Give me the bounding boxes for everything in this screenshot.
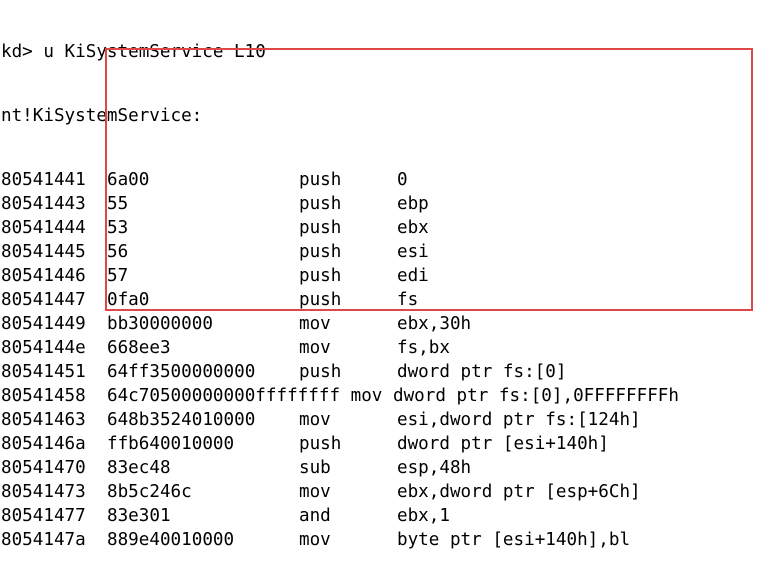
symbol-label: nt!KiSystemService: (1, 106, 203, 126)
opcode-bytes: 668ee3 (107, 338, 171, 358)
disassembly-row: 80541445 56 push esi (1, 240, 429, 264)
operands: esi,dword ptr fs:[124h] (397, 410, 641, 430)
operands: esi (397, 242, 429, 262)
address: 80541451 (1, 362, 86, 382)
address: 80541449 (1, 314, 86, 334)
disassembly-row: 80541477 83e301 and ebx,1 (1, 504, 450, 528)
disassembly-row: 80541470 83ec48 sub esp,48h (1, 456, 471, 480)
symbol-line: nt!KiSystemService: (1, 104, 202, 128)
opcode-bytes: 889e40010000 (107, 530, 235, 550)
address: 80541463 (1, 410, 86, 430)
mnemonic: and (299, 506, 331, 526)
operands: dword ptr [esi+140h] (397, 434, 609, 454)
mnemonic: mov (299, 482, 331, 502)
address: 80541447 (1, 290, 86, 310)
opcode-bytes: bb30000000 (107, 314, 213, 334)
address: 80541444 (1, 218, 86, 238)
mnemonic: mov (299, 338, 331, 358)
address: 8054144e (1, 338, 86, 358)
mnemonic: push (299, 218, 342, 238)
disassembly-row: 80541446 57 push edi (1, 264, 429, 288)
address: 80541445 (1, 242, 86, 262)
operands: ebx,1 (397, 506, 450, 526)
mnemonic: mov (299, 530, 331, 550)
address: 80541443 (1, 194, 86, 214)
disassembly-row: 80541458 64c70500000000ffffffff mov dword… (1, 384, 679, 408)
address: 80541446 (1, 266, 86, 286)
operands: byte ptr [esi+140h],bl (397, 530, 631, 550)
debugger-console: kd> u KiSystemService L10 nt!KiSystemSer… (1, 0, 679, 572)
disassembly-row: 80541449 bb30000000 mov ebx,30h (1, 312, 471, 336)
opcode-bytes: 6a00 (107, 170, 150, 190)
disassembly-row: 8054146a ffb640010000 push dword ptr [esi+1… (1, 432, 609, 456)
operands: ebx,dword ptr [esp+6Ch] (397, 482, 641, 502)
opcode-bytes: 57 (107, 266, 129, 286)
address: 8054146a (1, 434, 86, 454)
operands: ebp (397, 194, 429, 214)
address: 80541441 (1, 170, 86, 190)
mnemonic: push (299, 434, 342, 454)
opcode-bytes: 55 (107, 194, 129, 214)
disassembly-row: 80541441 6a00 push 0 (1, 168, 408, 192)
disassembly-row: 8054144e 668ee3 mov fs,bx (1, 336, 450, 360)
address: 80541477 (1, 506, 86, 526)
mnemonic: mov (299, 410, 331, 430)
mnemonic: push (299, 194, 342, 214)
opcode-bytes: 648b3524010000 (107, 410, 256, 430)
disassembly-row: 80541447 0fa0 push fs (1, 288, 418, 312)
address: 8054147a (1, 530, 86, 550)
mnemonic: push (299, 170, 342, 190)
address: 80541473 (1, 482, 86, 502)
mnemonic: push (299, 290, 342, 310)
mnemonic: push (299, 242, 342, 262)
disassembly-list: 80541441 6a00 push 0 80541443 55 push ebp 805414… (1, 168, 679, 552)
mnemonic: sub (299, 458, 331, 478)
operands: dword ptr fs:[0] (397, 362, 567, 382)
operands: 0 (397, 170, 408, 190)
disassembly-row: 80541443 55 push ebp (1, 192, 429, 216)
command-line: kd> u KiSystemService L10 (1, 40, 266, 64)
disassembly-row: 80541473 8b5c246c mov ebx,dword ptr [esp+6C… (1, 480, 641, 504)
opcode-bytes: 64c70500000000ffffffff mov dword ptr fs:… (107, 386, 679, 406)
command-text: kd> u KiSystemService L10 (1, 42, 266, 62)
opcode-bytes: 56 (107, 242, 129, 262)
disassembly-row: 80541444 53 push ebx (1, 216, 429, 240)
opcode-bytes: ffb640010000 (107, 434, 235, 454)
operands: ebx,30h (397, 314, 472, 334)
address: 80541458 (1, 386, 86, 406)
disassembly-row: 80541451 64ff3500000000 push dword ptr fs:[… (1, 360, 566, 384)
mnemonic: push (299, 362, 342, 382)
highlight-box (105, 48, 753, 311)
opcode-bytes: 8b5c246c (107, 482, 192, 502)
opcode-bytes: 64ff3500000000 (107, 362, 256, 382)
disassembly-row: 8054147a 889e40010000 mov byte ptr [esi+140… (1, 528, 630, 552)
mnemonic: mov (299, 314, 331, 334)
operands: ebx (397, 218, 429, 238)
operands: edi (397, 266, 429, 286)
mnemonic: push (299, 266, 342, 286)
operands: fs (397, 290, 419, 310)
operands: esp,48h (397, 458, 472, 478)
opcode-bytes: 83e301 (107, 506, 171, 526)
disassembly-row: 80541463 648b3524010000 mov esi,dword ptr f… (1, 408, 641, 432)
opcode-bytes: 0fa0 (107, 290, 150, 310)
address: 80541470 (1, 458, 86, 478)
operands: fs,bx (397, 338, 450, 358)
opcode-bytes: 53 (107, 218, 129, 238)
opcode-bytes: 83ec48 (107, 458, 171, 478)
